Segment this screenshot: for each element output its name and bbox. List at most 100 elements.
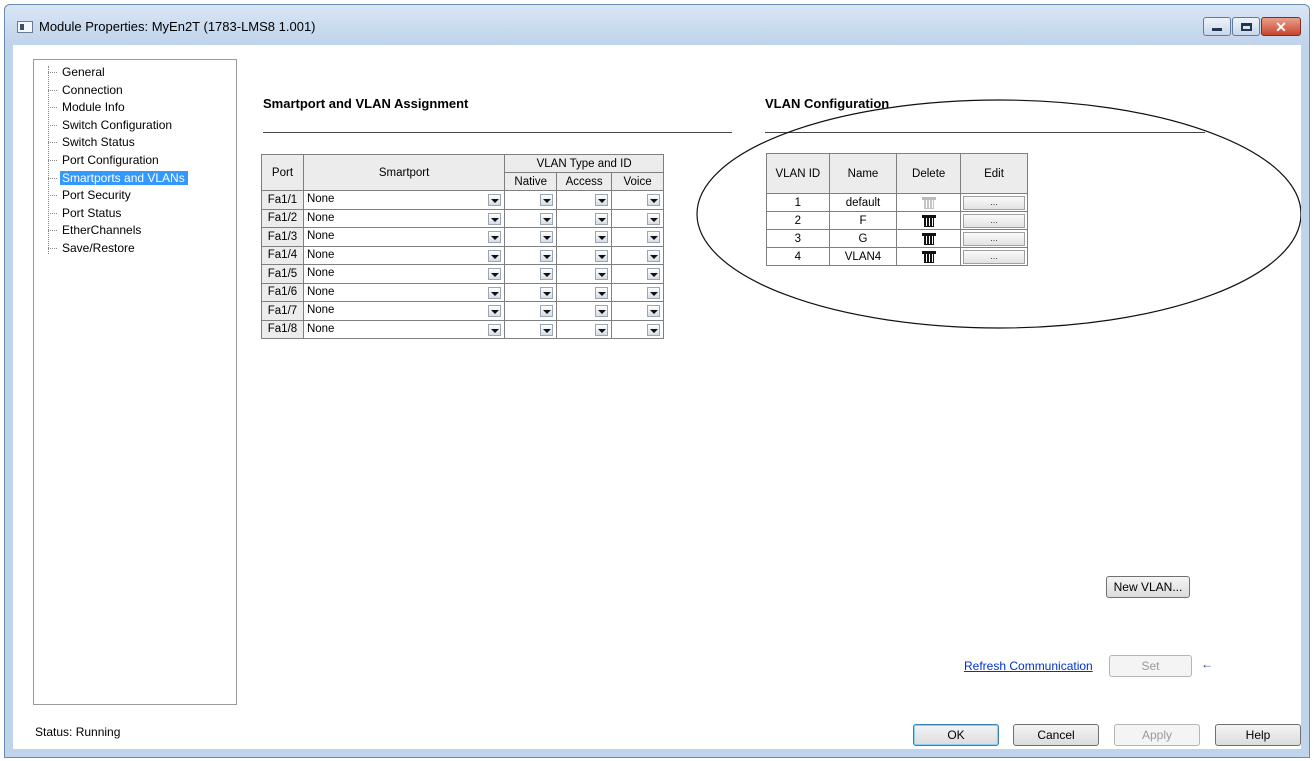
dropdown-arrow-icon[interactable] <box>647 194 660 207</box>
dropdown-arrow-icon[interactable] <box>488 268 502 281</box>
voice-vlan-dropdown[interactable] <box>611 282 664 302</box>
dropdown-arrow-icon[interactable] <box>540 286 554 299</box>
access-vlan-dropdown[interactable] <box>556 282 613 302</box>
voice-vlan-dropdown[interactable] <box>611 301 664 321</box>
help-button[interactable]: Help <box>1215 724 1301 746</box>
native-vlan-dropdown[interactable] <box>504 190 558 210</box>
smartport-dropdown[interactable]: None <box>302 319 506 339</box>
dropdown-arrow-icon[interactable] <box>595 268 609 281</box>
voice-vlan-dropdown[interactable] <box>611 319 664 339</box>
voice-vlan-dropdown[interactable] <box>611 227 664 247</box>
dropdown-arrow-icon[interactable] <box>540 231 554 244</box>
smartport-dropdown-value: None <box>304 265 504 282</box>
smartport-dropdown[interactable]: None <box>302 190 506 210</box>
tree-item-port-configuration[interactable]: Port Configuration <box>34 152 236 170</box>
dropdown-arrow-icon[interactable] <box>540 268 554 281</box>
tree-item-etherchannels[interactable]: EtherChannels <box>34 222 236 240</box>
access-vlan-dropdown[interactable] <box>556 301 613 321</box>
dropdown-arrow-icon[interactable] <box>488 286 502 299</box>
native-vlan-dropdown[interactable] <box>504 282 558 302</box>
native-vlan-dropdown[interactable] <box>504 301 558 321</box>
dropdown-arrow-icon[interactable] <box>488 323 502 336</box>
new-vlan-button[interactable]: New VLAN... <box>1106 576 1190 598</box>
maximize-button[interactable] <box>1232 17 1260 36</box>
dropdown-arrow-icon[interactable] <box>540 249 554 262</box>
smartport-dropdown[interactable]: None <box>302 264 506 284</box>
dropdown-arrow-icon[interactable] <box>540 305 554 318</box>
close-button[interactable]: ✕ <box>1261 17 1301 36</box>
smartport-dropdown[interactable]: None <box>302 245 506 265</box>
dropdown-arrow-icon[interactable] <box>647 231 660 244</box>
trash-icon[interactable] <box>921 232 937 246</box>
dropdown-arrow-icon[interactable] <box>488 194 502 207</box>
voice-vlan-dropdown[interactable] <box>611 264 664 284</box>
dropdown-arrow-icon[interactable] <box>647 323 660 336</box>
native-vlan-dropdown[interactable] <box>504 264 558 284</box>
voice-vlan-dropdown[interactable] <box>611 208 664 228</box>
refresh-communication-link[interactable]: Refresh Communication <box>964 659 1093 673</box>
native-vlan-dropdown[interactable] <box>504 227 558 247</box>
trash-icon[interactable] <box>921 250 937 264</box>
cancel-button[interactable]: Cancel <box>1013 724 1099 746</box>
smartport-dropdown-value: None <box>304 191 504 208</box>
dropdown-arrow-icon[interactable] <box>647 286 660 299</box>
dropdown-arrow-icon[interactable] <box>595 249 609 262</box>
dropdown-arrow-icon[interactable] <box>595 323 609 336</box>
smartport-dropdown[interactable]: None <box>302 301 506 321</box>
smartport-dropdown[interactable]: None <box>302 227 506 247</box>
native-vlan-dropdown[interactable] <box>504 319 558 339</box>
apply-button[interactable]: Apply <box>1114 724 1200 746</box>
maximize-icon <box>1240 22 1252 31</box>
native-vlan-dropdown[interactable] <box>504 208 558 228</box>
tree-item-label: Switch Configuration <box>62 117 173 132</box>
edit-vlan-button[interactable]: ... <box>963 231 1025 246</box>
dropdown-arrow-icon[interactable] <box>647 305 660 318</box>
tree-item-save-restore[interactable]: Save/Restore <box>34 240 236 258</box>
voice-vlan-dropdown[interactable] <box>611 190 664 210</box>
dropdown-arrow-icon[interactable] <box>540 194 554 207</box>
dropdown-arrow-icon[interactable] <box>647 268 660 281</box>
dropdown-arrow-icon[interactable] <box>540 323 554 336</box>
title-bar[interactable]: Module Properties: MyEn2T (1783-LMS8 1.0… <box>5 5 1309 45</box>
dropdown-arrow-icon[interactable] <box>488 249 502 262</box>
smartport-dropdown[interactable]: None <box>302 208 506 228</box>
tree-item-smartports-and-vlans[interactable]: Smartports and VLANs <box>34 170 236 188</box>
access-vlan-dropdown[interactable] <box>556 208 613 228</box>
access-vlan-dropdown[interactable] <box>556 245 613 265</box>
access-vlan-dropdown-value <box>557 302 611 319</box>
dropdown-arrow-icon[interactable] <box>488 212 502 225</box>
tree-item-switch-status[interactable]: Switch Status <box>34 134 236 152</box>
native-vlan-dropdown[interactable] <box>504 245 558 265</box>
dropdown-arrow-icon[interactable] <box>595 305 609 318</box>
dropdown-arrow-icon[interactable] <box>647 249 660 262</box>
dropdown-arrow-icon[interactable] <box>595 231 609 244</box>
dropdown-arrow-icon[interactable] <box>488 305 502 318</box>
edit-vlan-button[interactable]: ... <box>963 195 1025 210</box>
dropdown-arrow-icon[interactable] <box>488 231 502 244</box>
port-cell: Fa1/5 <box>261 264 304 284</box>
access-vlan-dropdown[interactable] <box>556 319 613 339</box>
tree-item-port-security[interactable]: Port Security <box>34 187 236 205</box>
set-button[interactable]: Set <box>1109 655 1192 677</box>
dropdown-arrow-icon[interactable] <box>647 212 660 225</box>
tree-item-port-status[interactable]: Port Status <box>34 205 236 223</box>
tree-item-connection[interactable]: Connection <box>34 82 236 100</box>
access-vlan-dropdown[interactable] <box>556 227 613 247</box>
dropdown-arrow-icon[interactable] <box>540 212 554 225</box>
voice-vlan-dropdown[interactable] <box>611 245 664 265</box>
dropdown-arrow-icon[interactable] <box>595 286 609 299</box>
category-tree[interactable]: General Connection Module Info Switch Confi… <box>33 59 237 705</box>
tree-item-switch-configuration[interactable]: Switch Configuration <box>34 117 236 135</box>
smartport-dropdown[interactable]: None <box>302 282 506 302</box>
dropdown-arrow-icon[interactable] <box>595 212 609 225</box>
access-vlan-dropdown[interactable] <box>556 190 613 210</box>
minimize-button[interactable] <box>1203 17 1231 36</box>
ok-button[interactable]: OK <box>913 724 999 746</box>
access-vlan-dropdown[interactable] <box>556 264 613 284</box>
tree-item-general[interactable]: General <box>34 64 236 82</box>
edit-vlan-button[interactable]: ... <box>963 249 1025 264</box>
dropdown-arrow-icon[interactable] <box>595 194 609 207</box>
trash-icon[interactable] <box>921 214 937 228</box>
tree-item-module-info[interactable]: Module Info <box>34 99 236 117</box>
edit-vlan-button[interactable]: ... <box>963 213 1025 228</box>
